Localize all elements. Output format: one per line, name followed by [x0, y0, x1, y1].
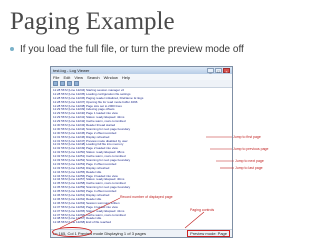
callout-paging-controls: Paging controls [190, 208, 215, 212]
callout-next-page: Jump to next page [235, 159, 264, 163]
callout-first-page: Jump to first page [233, 135, 261, 139]
callout-last-page: Jump to last page [235, 166, 263, 170]
callout-record-number: Record number of displayed page [120, 195, 173, 199]
callout-previous-page: Jump to previous page [233, 147, 269, 151]
callout-leader-lines [59, 136, 234, 229]
